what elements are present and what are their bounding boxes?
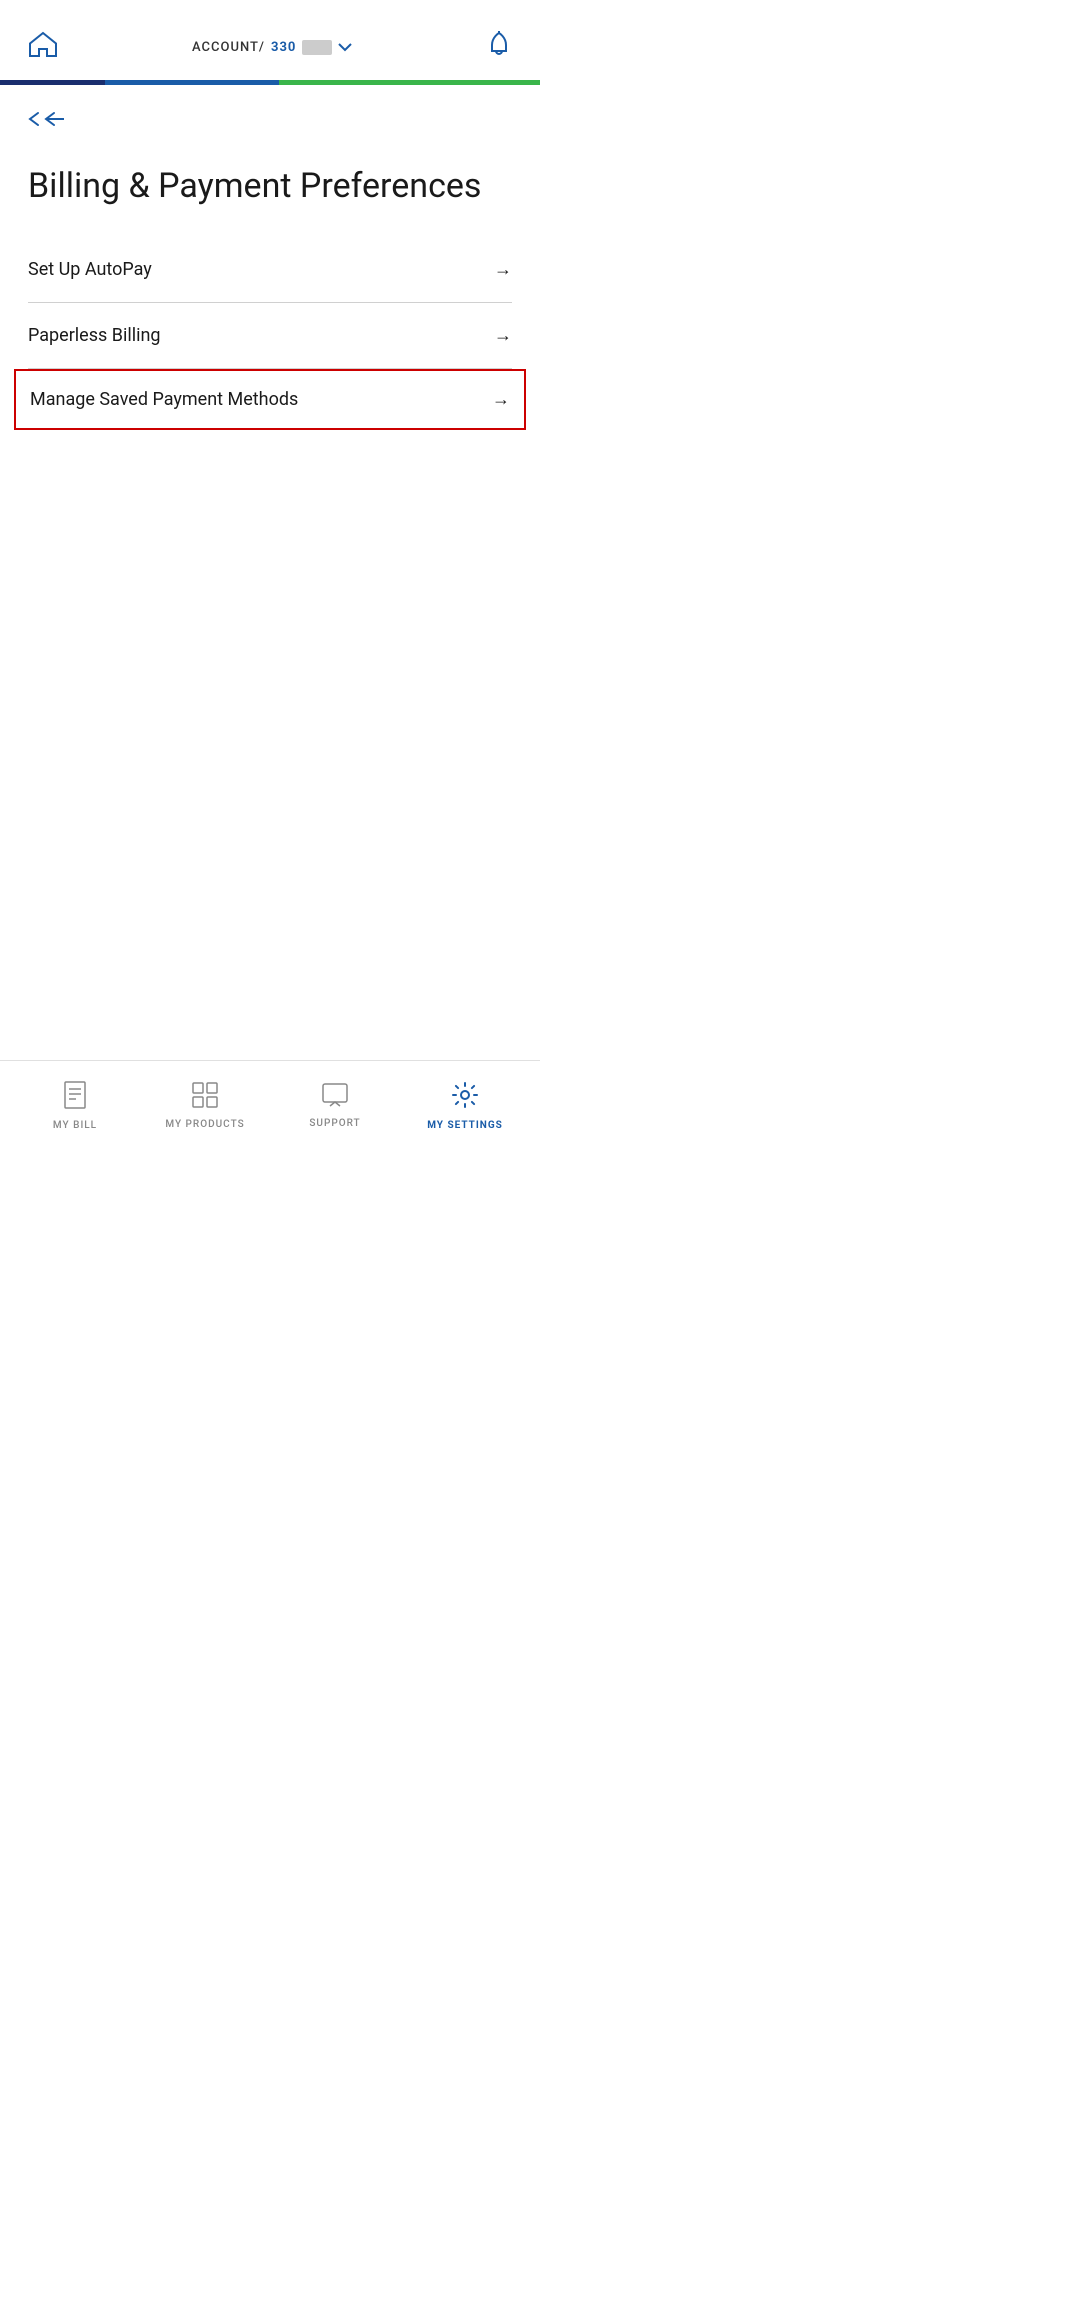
- home-icon[interactable]: [28, 30, 58, 65]
- my-products-label: MY PRODUCTS: [165, 1119, 244, 1130]
- header: ACCOUNT/330: [0, 0, 540, 80]
- payment-methods-arrow-icon: →: [492, 389, 510, 410]
- autopay-arrow-icon: →: [494, 259, 512, 280]
- page-title-section: Billing & Payment Preferences: [0, 146, 540, 237]
- progress-segment-3: [279, 80, 540, 85]
- payment-methods-label: Manage Saved Payment Methods: [30, 389, 298, 410]
- products-icon: [192, 1082, 218, 1114]
- back-arrow-icon[interactable]: [28, 107, 64, 136]
- nav-item-my-products[interactable]: MY PRODUCTS: [140, 1082, 270, 1130]
- menu-item-paperless[interactable]: Paperless Billing →: [28, 303, 512, 369]
- progress-bar: [0, 80, 540, 85]
- menu-list: Set Up AutoPay → Paperless Billing → Man…: [0, 237, 540, 430]
- menu-item-payment-methods[interactable]: Manage Saved Payment Methods →: [14, 369, 526, 430]
- menu-item-autopay[interactable]: Set Up AutoPay →: [28, 237, 512, 303]
- account-selector[interactable]: ACCOUNT/330: [192, 40, 352, 55]
- bill-icon: [63, 1081, 87, 1115]
- nav-item-my-bill[interactable]: MY BILL: [10, 1081, 140, 1131]
- bell-icon[interactable]: [486, 31, 512, 65]
- nav-item-support[interactable]: SUPPORT: [270, 1083, 400, 1129]
- my-settings-label: MY SETTINGS: [427, 1120, 503, 1131]
- support-icon: [322, 1083, 348, 1113]
- chevron-down-icon: [338, 41, 352, 55]
- account-redacted: [302, 40, 332, 55]
- progress-segment-2: [105, 80, 279, 85]
- progress-segment-1: [0, 80, 105, 85]
- support-label: SUPPORT: [309, 1118, 360, 1129]
- my-bill-label: MY BILL: [53, 1120, 97, 1131]
- settings-icon: [451, 1081, 479, 1115]
- bottom-nav: MY BILL MY PRODUCTS SUPPORT: [0, 1060, 540, 1150]
- paperless-label: Paperless Billing: [28, 325, 161, 346]
- back-nav[interactable]: [0, 85, 540, 146]
- autopay-label: Set Up AutoPay: [28, 259, 152, 280]
- account-label: ACCOUNT/: [192, 40, 265, 55]
- account-number: 330: [271, 40, 296, 55]
- nav-item-my-settings[interactable]: MY SETTINGS: [400, 1081, 530, 1131]
- paperless-arrow-icon: →: [494, 325, 512, 346]
- page-title: Billing & Payment Preferences: [28, 166, 512, 207]
